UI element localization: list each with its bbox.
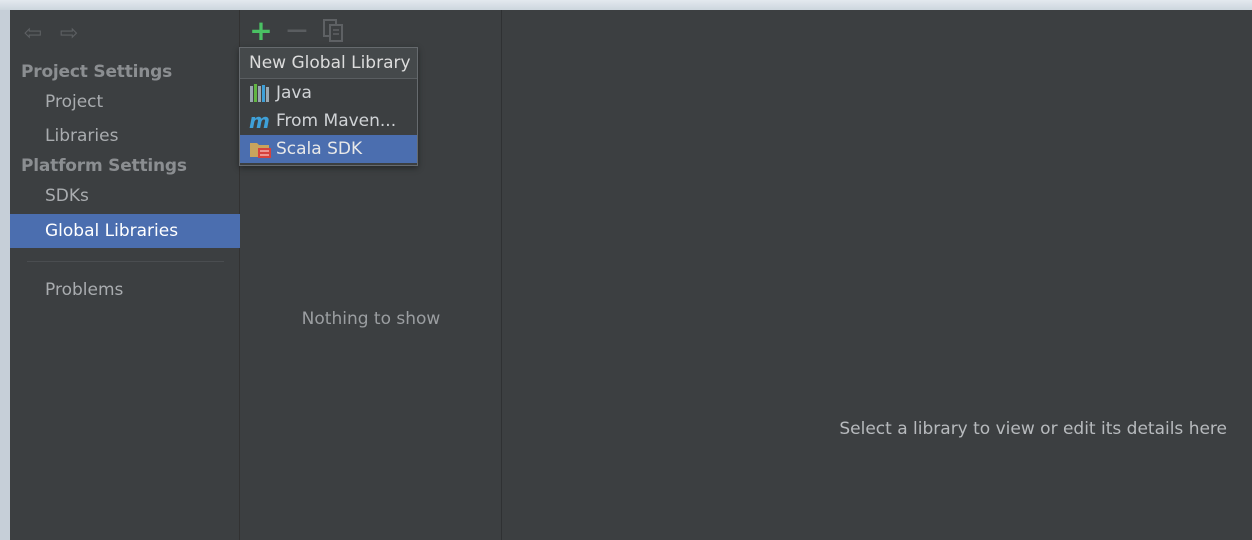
nav-item-sdks[interactable]: SDKs bbox=[10, 179, 240, 213]
nav-divider bbox=[27, 261, 224, 262]
empty-list-text: Nothing to show bbox=[301, 309, 441, 329]
nav-item-problems[interactable]: Problems bbox=[10, 273, 240, 307]
plus-icon[interactable]: + bbox=[248, 17, 274, 45]
maven-icon: m bbox=[249, 109, 270, 133]
popup-item-label: Scala SDK bbox=[276, 139, 363, 159]
details-placeholder-text: Select a library to view or edit its det… bbox=[839, 419, 1227, 439]
popup-item-from-maven[interactable]: m From Maven... bbox=[240, 107, 417, 135]
popup-item-label: Java bbox=[276, 83, 312, 103]
nav-arrows: ⇦ ⇨ bbox=[20, 22, 82, 46]
settings-nav: ⇦ ⇨ Project Settings Project Libraries Pl… bbox=[10, 10, 240, 540]
scala-sdk-icon bbox=[249, 139, 273, 159]
nav-group-project-settings: Project Settings bbox=[21, 62, 173, 82]
arrow-left-icon[interactable]: ⇦ bbox=[20, 22, 46, 46]
screen-top-strip bbox=[0, 0, 1252, 10]
minus-icon[interactable]: − bbox=[284, 16, 310, 46]
nav-item-global-libraries[interactable]: Global Libraries bbox=[10, 214, 240, 248]
nav-group-platform-settings: Platform Settings bbox=[21, 156, 187, 176]
copy-icon[interactable] bbox=[320, 18, 346, 44]
popup-item-label: From Maven... bbox=[276, 111, 397, 131]
nav-item-libraries[interactable]: Libraries bbox=[10, 119, 240, 153]
global-libraries-window: ⇦ ⇨ Project Settings Project Libraries Pl… bbox=[10, 10, 1252, 540]
nav-item-project[interactable]: Project bbox=[10, 85, 240, 119]
popup-title: New Global Library bbox=[240, 48, 417, 79]
popup-item-scala-sdk[interactable]: Scala SDK bbox=[240, 135, 417, 163]
java-library-icon bbox=[249, 83, 273, 103]
popup-item-java[interactable]: Java bbox=[240, 79, 417, 107]
new-global-library-popup: New Global Library Java m From Maven... bbox=[239, 47, 418, 166]
arrow-right-icon[interactable]: ⇨ bbox=[56, 22, 82, 46]
library-details-panel: Select a library to view or edit its det… bbox=[502, 10, 1252, 540]
